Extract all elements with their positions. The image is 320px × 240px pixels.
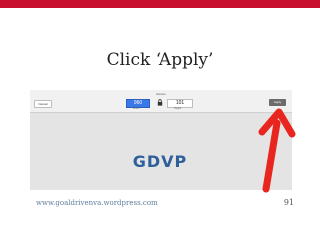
apply-button[interactable]: Apply xyxy=(269,99,286,106)
cancel-button[interactable]: Cancel xyxy=(34,100,52,108)
resize-dialog-screenshot: Resize Cancel 960 101 Width Height Apply xyxy=(30,90,292,190)
top-accent-bar xyxy=(0,0,320,8)
page-number: 91 xyxy=(283,198,294,207)
slide-title: Click ‘Apply’ xyxy=(106,50,214,70)
window-title: Resize xyxy=(156,92,166,96)
resize-toolbar: Resize Cancel 960 101 Width Height Apply xyxy=(30,90,292,113)
width-label: Width xyxy=(133,107,140,110)
gdvp-logo: GDVP xyxy=(132,152,188,171)
footer-url: www.goaldrivenva.wordpress.com xyxy=(36,199,158,207)
height-label: Height xyxy=(174,107,182,110)
lock-icon[interactable] xyxy=(157,99,163,106)
